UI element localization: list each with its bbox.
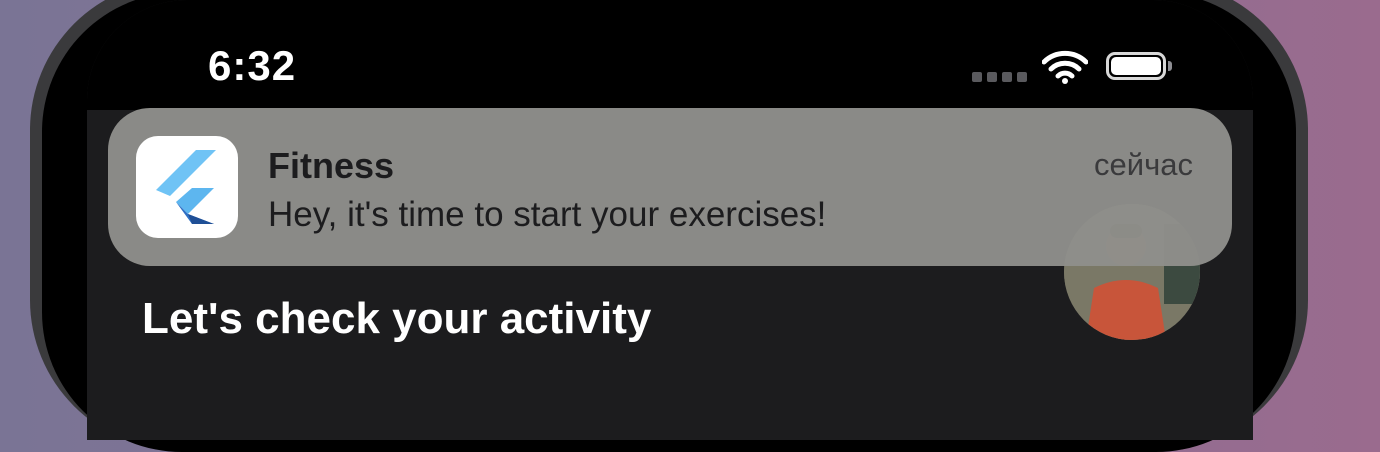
- battery-fill: [1111, 57, 1161, 75]
- flutter-logo-icon: [136, 136, 238, 238]
- notification-message: Hey, it's time to start your exercises!: [268, 195, 827, 234]
- wifi-icon: [1042, 50, 1088, 84]
- signal-bars-icon: [972, 72, 1027, 82]
- battery-nub: [1168, 61, 1172, 71]
- device-notch: [535, 0, 979, 92]
- page-headline: Let's check your activity: [142, 294, 652, 343]
- notification-time: сейчас: [1094, 147, 1193, 182]
- notification-app-name: Fitness: [268, 145, 395, 186]
- battery-icon: [1106, 52, 1166, 80]
- notification-banner[interactable]: [108, 108, 1232, 266]
- status-time: 6:32: [208, 42, 297, 89]
